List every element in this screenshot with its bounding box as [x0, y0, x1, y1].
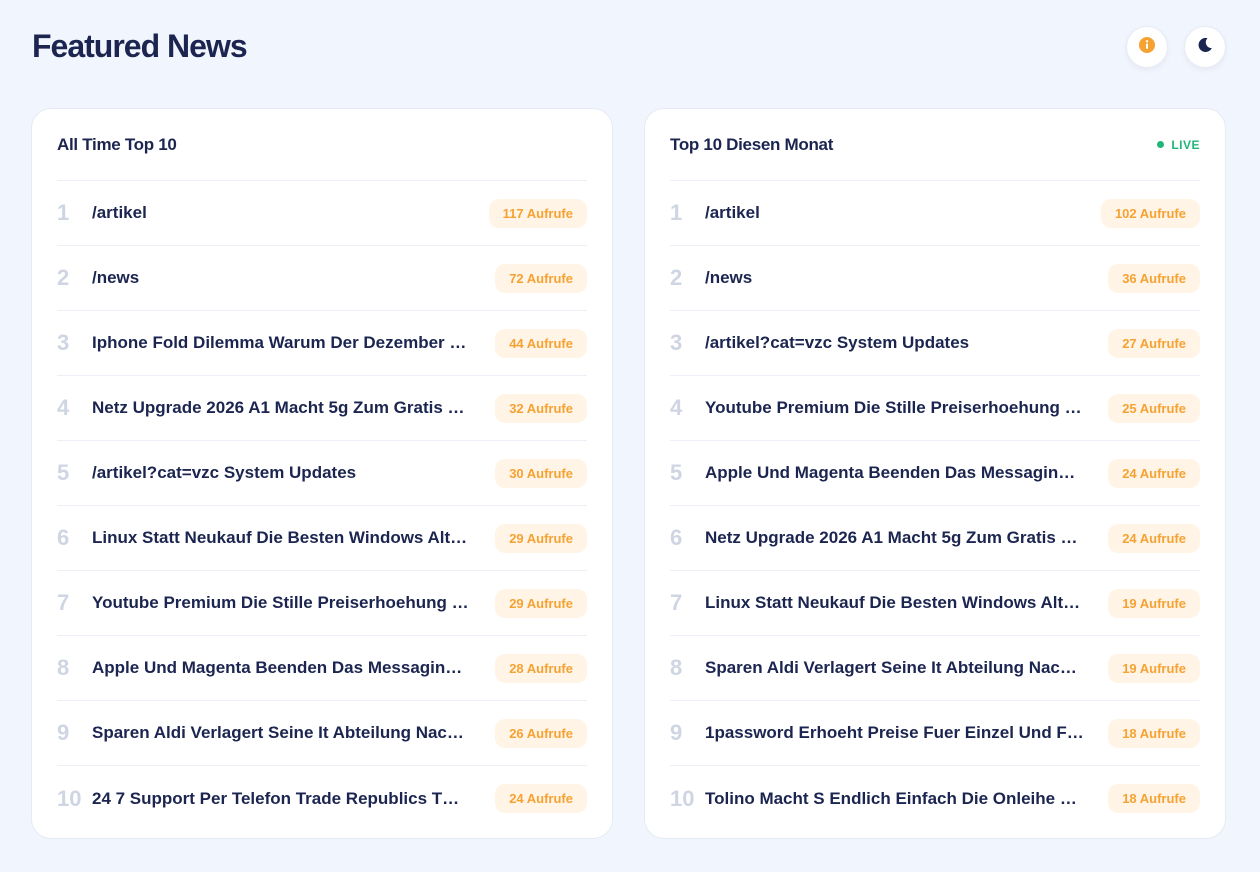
views-badge: 25 Aufrufe: [1108, 393, 1200, 423]
rank-number: 2: [670, 265, 683, 290]
rank-number: 7: [57, 590, 70, 615]
live-dot-icon: [1157, 141, 1165, 148]
article-link[interactable]: /artikel: [705, 203, 1101, 223]
rank-number: 9: [670, 720, 683, 745]
article-link[interactable]: Tolino Macht S Endlich Einfach Die Onlei…: [705, 789, 1108, 809]
article-link[interactable]: Youtube Premium Die Stille Preiserhoehun…: [705, 398, 1108, 418]
moon-icon: [1196, 36, 1214, 59]
views-badge: 72 Aufrufe: [495, 263, 587, 293]
rank-number: 7: [670, 590, 683, 615]
article-link[interactable]: Apple Und Magenta Beenden Das Messagin…: [92, 658, 495, 678]
article-link[interactable]: Youtube Premium Die Stille Preiserhoehun…: [92, 593, 495, 613]
views-badge: 28 Aufrufe: [495, 653, 587, 683]
list-item[interactable]: 8 Apple Und Magenta Beenden Das Messagin……: [57, 636, 587, 701]
views-badge: 102 Aufrufe: [1100, 198, 1200, 228]
views-badge: 36 Aufrufe: [1108, 263, 1200, 293]
list-item[interactable]: 3 Iphone Fold Dilemma Warum Der Dezember …: [57, 311, 587, 376]
views-badge: 19 Aufrufe: [1108, 588, 1200, 618]
header-actions: [1126, 26, 1226, 68]
rank-number: 10: [57, 785, 82, 811]
card-title: All Time Top 10: [57, 134, 177, 154]
list-item[interactable]: 4 Netz Upgrade 2026 A1 Macht 5g Zum Grati…: [57, 376, 587, 441]
rank-number: 8: [670, 655, 683, 680]
views-badge: 19 Aufrufe: [1108, 653, 1200, 683]
card-title: Top 10 Diesen Monat: [670, 134, 834, 154]
list-item[interactable]: 9 1password Erhoeht Preise Fuer Einzel Un…: [670, 701, 1200, 766]
rank-number: 5: [670, 460, 683, 485]
article-link[interactable]: Linux Statt Neukauf Die Besten Windows A…: [705, 593, 1108, 613]
card-header: Top 10 Diesen Monat LIVE: [670, 109, 1200, 181]
list-item[interactable]: 7 Linux Statt Neukauf Die Besten Windows …: [670, 571, 1200, 636]
rank-number: 3: [670, 330, 683, 355]
list-item[interactable]: 8 Sparen Aldi Verlagert Seine It Abteilun…: [670, 636, 1200, 701]
views-badge: 32 Aufrufe: [495, 393, 587, 423]
article-link[interactable]: Netz Upgrade 2026 A1 Macht 5g Zum Gratis…: [92, 398, 495, 418]
list-item[interactable]: 7 Youtube Premium Die Stille Preiserhoehu…: [57, 571, 587, 636]
views-badge: 117 Aufrufe: [488, 198, 587, 228]
theme-toggle-button[interactable]: [1184, 26, 1226, 68]
list-item[interactable]: 10 Tolino Macht S Endlich Einfach Die Onl…: [670, 766, 1200, 831]
live-label: LIVE: [1171, 137, 1200, 152]
list-item[interactable]: 5 Apple Und Magenta Beenden Das Messagin……: [670, 441, 1200, 506]
views-badge: 30 Aufrufe: [495, 458, 587, 488]
views-badge: 29 Aufrufe: [495, 588, 587, 618]
rank-number: 4: [670, 395, 683, 420]
list-item[interactable]: 1/artikel 117 Aufrufe: [57, 181, 587, 246]
views-badge: 27 Aufrufe: [1108, 328, 1200, 358]
rank-number: 3: [57, 330, 70, 355]
page-title: Featured News: [32, 28, 248, 64]
live-indicator: LIVE: [1157, 138, 1200, 152]
rank-number: 5: [57, 460, 70, 485]
article-link[interactable]: Iphone Fold Dilemma Warum Der Dezember …: [92, 333, 495, 353]
rank-number: 2: [57, 265, 70, 290]
article-link[interactable]: Linux Statt Neukauf Die Besten Windows A…: [92, 528, 495, 548]
article-link[interactable]: Netz Upgrade 2026 A1 Macht 5g Zum Gratis…: [705, 528, 1108, 548]
article-link[interactable]: Apple Und Magenta Beenden Das Messagin…: [705, 463, 1108, 483]
rank-number: 1: [670, 200, 683, 225]
info-button[interactable]: [1126, 26, 1168, 68]
views-badge: 18 Aufrufe: [1108, 784, 1200, 813]
rank-number: 8: [57, 655, 70, 680]
views-badge: 24 Aufrufe: [495, 784, 587, 813]
info-icon: [1138, 36, 1156, 59]
article-link[interactable]: /news: [705, 268, 1108, 288]
views-badge: 18 Aufrufe: [1108, 718, 1200, 748]
article-link[interactable]: /artikel?cat=vzc System Updates: [92, 463, 495, 483]
list-item[interactable]: 9 Sparen Aldi Verlagert Seine It Abteilun…: [57, 701, 587, 766]
ranking-list: 1/artikel 102 Aufrufe 2/news 36 Aufrufe 3/ar…: [670, 181, 1200, 831]
list-item[interactable]: 4 Youtube Premium Die Stille Preiserhoehu…: [670, 376, 1200, 441]
all-time-top10-card: All Time Top 10 1/artikel 117 Aufrufe 2/ne…: [31, 108, 613, 839]
list-item[interactable]: 5/artikel?cat=vzc System Updates 30 Aufru…: [57, 441, 587, 506]
list-item[interactable]: 10 24 7 Support Per Telefon Trade Republi…: [57, 766, 587, 831]
rank-number: 6: [670, 525, 683, 550]
article-link[interactable]: 1password Erhoeht Preise Fuer Einzel Und…: [705, 723, 1108, 743]
list-item[interactable]: 1/artikel 102 Aufrufe: [670, 181, 1200, 246]
views-badge: 24 Aufrufe: [1108, 523, 1200, 553]
list-item[interactable]: 3/artikel?cat=vzc System Updates 27 Aufru…: [670, 311, 1200, 376]
list-item[interactable]: 2/news 72 Aufrufe: [57, 246, 587, 311]
rank-number: 4: [57, 395, 70, 420]
views-badge: 44 Aufrufe: [495, 328, 587, 358]
views-badge: 24 Aufrufe: [1108, 458, 1200, 488]
views-badge: 29 Aufrufe: [495, 523, 587, 553]
article-link[interactable]: /artikel: [92, 203, 489, 223]
article-link[interactable]: /news: [92, 268, 495, 288]
rank-number: 6: [57, 525, 70, 550]
ranking-list: 1/artikel 117 Aufrufe 2/news 72 Aufrufe 3 Iph…: [57, 181, 587, 831]
article-link[interactable]: /artikel?cat=vzc System Updates: [705, 333, 1108, 353]
rank-number: 1: [57, 200, 70, 225]
card-header: All Time Top 10: [57, 109, 587, 181]
list-item[interactable]: 2/news 36 Aufrufe: [670, 246, 1200, 311]
article-link[interactable]: Sparen Aldi Verlagert Seine It Abteilung…: [92, 723, 495, 743]
rank-number: 10: [670, 785, 695, 811]
article-link[interactable]: 24 7 Support Per Telefon Trade Republics…: [92, 789, 495, 809]
article-link[interactable]: Sparen Aldi Verlagert Seine It Abteilung…: [705, 658, 1108, 678]
rank-number: 9: [57, 720, 70, 745]
list-item[interactable]: 6 Netz Upgrade 2026 A1 Macht 5g Zum Grati…: [670, 506, 1200, 571]
views-badge: 26 Aufrufe: [495, 718, 587, 748]
monthly-top10-card: Top 10 Diesen Monat LIVE 1/artikel 102 Au…: [644, 108, 1226, 839]
list-item[interactable]: 6 Linux Statt Neukauf Die Besten Windows …: [57, 506, 587, 571]
